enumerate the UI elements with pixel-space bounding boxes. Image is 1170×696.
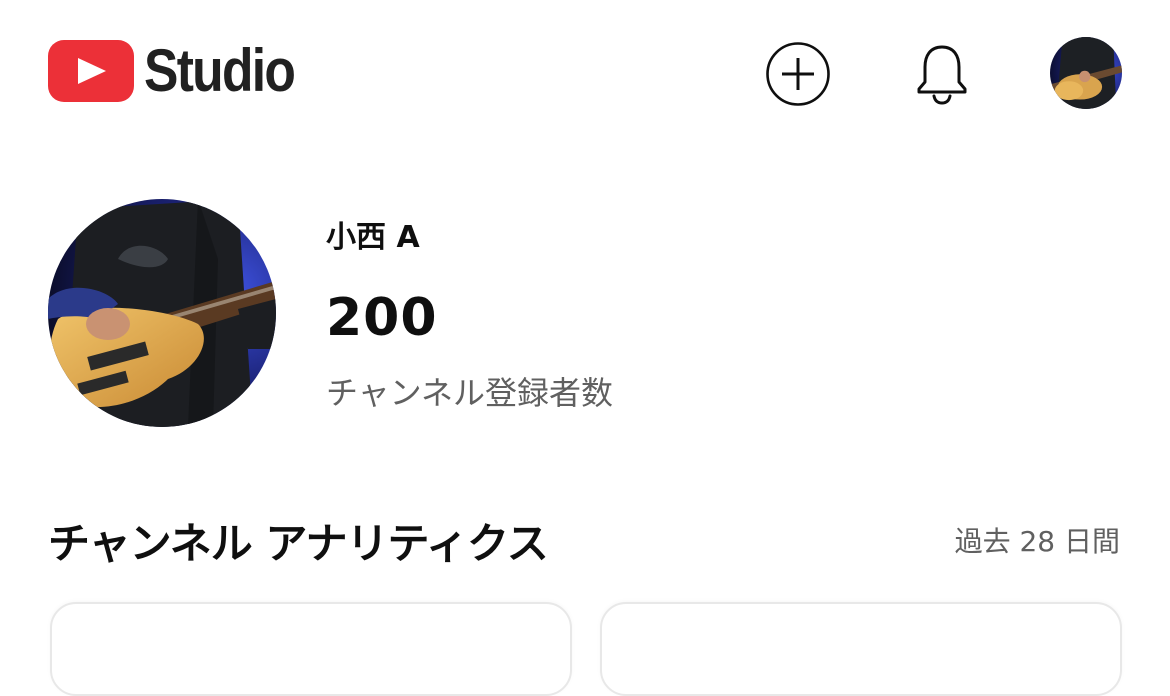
subscriber-label: チャンネル登録者数 [326,374,614,412]
analytics-section-title: チャンネル アナリティクス [48,519,549,568]
analytics-period: 過去 28 日間 [954,525,1120,558]
bell-icon [917,45,967,105]
youtube-play-icon [48,40,134,102]
logo-text: Studio [144,37,296,104]
channel-avatar[interactable] [48,199,276,427]
app-header: Studio [0,0,1170,150]
account-avatar[interactable] [1050,37,1122,109]
analytics-card-watch-time[interactable] [600,602,1122,696]
create-button[interactable] [762,38,834,110]
plus-circle-icon [766,42,830,106]
channel-name: 小西 A [326,220,420,255]
studio-logo[interactable]: Studio [48,40,319,102]
subscriber-count: 200 [326,288,438,348]
notifications-button[interactable] [906,38,978,110]
analytics-card-views[interactable] [50,602,572,696]
